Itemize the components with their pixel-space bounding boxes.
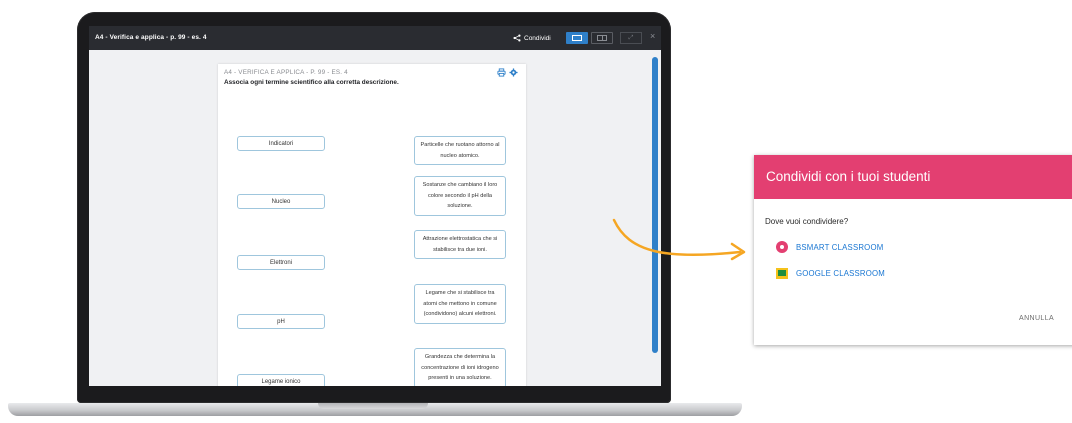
share-button[interactable]: Condividi: [513, 32, 551, 44]
app-title: A4 - Verifica e applica - p. 99 - es. 4: [95, 34, 207, 41]
exercise-instruction: Associa ogni termine scientifico alla co…: [224, 79, 399, 86]
laptop-notch: [318, 403, 428, 409]
term-card[interactable]: Indicatori: [237, 136, 325, 151]
option-label: GOOGLE CLASSROOM: [796, 269, 885, 278]
term-card[interactable]: pH: [237, 314, 325, 329]
laptop-screen: A4 - Verifica e applica - p. 99 - es. 4 …: [89, 26, 661, 386]
dialog-title: Condividi con i tuoi studenti: [766, 169, 931, 184]
description-card[interactable]: Grandezza che determina la concentrazion…: [414, 348, 506, 386]
share-dialog: Condividi con i tuoi studenti Dove vuoi …: [754, 155, 1072, 345]
double-page-view-button[interactable]: [591, 32, 613, 44]
term-card[interactable]: Nucleo: [237, 194, 325, 209]
description-card[interactable]: Attrazione elettrostatica che si stabili…: [414, 230, 506, 259]
gear-icon[interactable]: [509, 68, 518, 77]
dialog-question: Dove vuoi condividere?: [765, 217, 849, 226]
google-classroom-option[interactable]: GOOGLE CLASSROOM: [776, 268, 885, 279]
description-card[interactable]: Particelle che ruotano attorno al nucleo…: [414, 136, 506, 165]
google-classroom-logo-icon: [776, 268, 788, 279]
print-icon[interactable]: [497, 68, 506, 77]
exercise-heading: A4 - VERIFICA E APPLICA - P. 99 - ES. 4: [224, 69, 348, 76]
description-card[interactable]: Sostanze che cambiano il loro colore sec…: [414, 176, 506, 216]
dialog-header: Condividi con i tuoi studenti: [754, 155, 1072, 199]
cancel-button[interactable]: ANNULLA: [1019, 315, 1054, 322]
description-card[interactable]: Legame che si stabilisce tra atomi che m…: [414, 284, 506, 324]
single-page-icon: [572, 35, 582, 41]
arrow-icon: [612, 218, 746, 261]
option-label: BSMART CLASSROOM: [796, 242, 884, 252]
page-scrollbar[interactable]: [652, 57, 658, 353]
double-page-icon: [597, 35, 607, 41]
single-page-view-button[interactable]: [566, 32, 588, 44]
term-card[interactable]: Legame ionico: [237, 374, 325, 386]
exercise-page: A4 - VERIFICA E APPLICA - P. 99 - ES. 4 …: [218, 64, 526, 386]
term-card[interactable]: Elettroni: [237, 255, 325, 270]
fullscreen-button[interactable]: ⤢: [620, 32, 642, 44]
expand-icon: ⤢: [628, 35, 634, 41]
share-label: Condividi: [524, 34, 551, 42]
app-topbar: A4 - Verifica e applica - p. 99 - es. 4 …: [89, 26, 661, 50]
close-icon[interactable]: ×: [650, 31, 655, 41]
exercise-toolbar: [497, 68, 518, 77]
bsmart-classroom-option[interactable]: BSMART CLASSROOM: [776, 241, 883, 253]
share-icon: [513, 34, 521, 42]
bsmart-logo-icon: [776, 241, 788, 253]
